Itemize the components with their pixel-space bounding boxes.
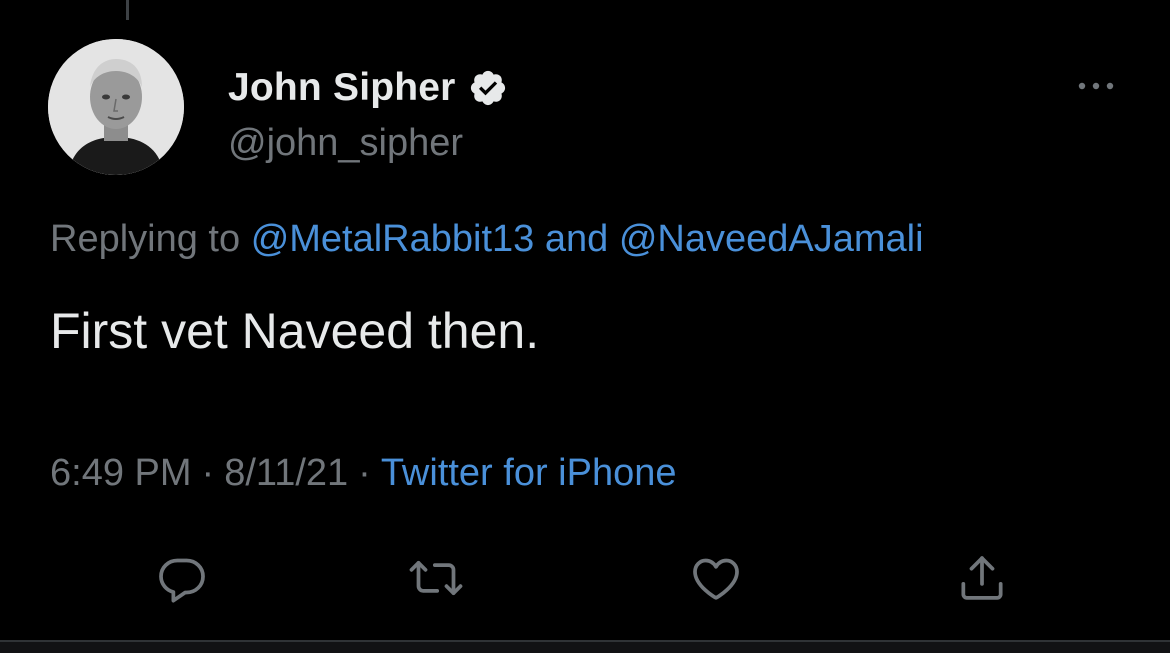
like-button[interactable] <box>686 552 746 608</box>
tweet-source-link[interactable]: Twitter for iPhone <box>381 452 677 494</box>
avatar[interactable] <box>48 39 184 175</box>
verified-badge-icon <box>468 68 508 108</box>
reply-icon <box>154 550 210 611</box>
mention-conjunction[interactable]: and <box>545 218 608 260</box>
tweet-date[interactable]: 8/11/21 <box>224 452 348 494</box>
meta-separator: · <box>358 452 371 494</box>
retweet-icon <box>408 550 464 611</box>
user-handle[interactable]: @john_sipher <box>228 122 463 165</box>
mention-link-naveedajamali[interactable]: @NaveedAJamali <box>619 218 924 260</box>
tweet-actions-bar <box>0 552 1170 612</box>
tweet-text: First vet Naveed then. <box>50 303 540 359</box>
share-icon <box>954 550 1010 611</box>
tweet-divider <box>0 640 1170 653</box>
meta-separator: · <box>201 452 215 494</box>
share-button[interactable] <box>952 552 1012 608</box>
retweet-button[interactable] <box>406 552 466 608</box>
reply-button[interactable] <box>152 552 212 608</box>
replying-to-line: Replying to @MetalRabbit13 and @NaveedAJ… <box>50 218 924 261</box>
replying-to-label: Replying to <box>50 218 241 260</box>
heart-icon <box>688 550 744 611</box>
tweet-time[interactable]: 6:49 PM <box>50 452 192 494</box>
mention-link-metalrabbit13[interactable]: @MetalRabbit13 <box>251 218 535 260</box>
tweet-metadata: 6:49 PM · 8/11/21 · Twitter for iPhone <box>50 452 677 495</box>
thread-connector-line <box>126 0 129 20</box>
more-horizontal-icon <box>1076 79 1116 97</box>
more-options-button[interactable] <box>1074 68 1118 108</box>
display-name[interactable]: John Sipher <box>228 66 456 110</box>
